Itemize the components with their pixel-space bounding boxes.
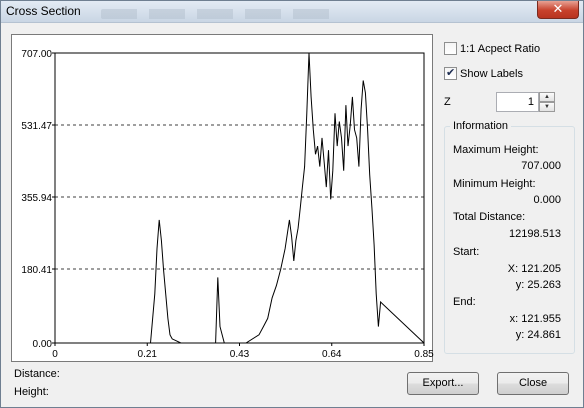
x-tick-label: 0 xyxy=(52,349,58,360)
min-height-label: Minimum Height: xyxy=(453,178,536,190)
x-tick-label: 0.64 xyxy=(322,349,342,360)
start-y-value: y: 25.263 xyxy=(515,279,561,291)
end-y-value: y: 24.861 xyxy=(515,329,561,341)
title-bar[interactable]: Cross Section ✕ xyxy=(1,1,583,23)
y-tick-label: 531.47 xyxy=(21,121,52,132)
cross-section-chart: 707.00 531.47 355.94 180.41 0.000 0.21 0.43 0.6… xyxy=(21,49,434,360)
x-tick-label: 0.21 xyxy=(138,349,158,360)
aspect-ratio-checkbox[interactable] xyxy=(444,42,457,55)
profile-line-0 xyxy=(55,52,425,344)
y-tick-label: 707.00 xyxy=(21,49,52,60)
y-tick-label: 355.94 xyxy=(21,193,52,204)
x-tick-label: 0.85 xyxy=(414,349,434,360)
cross-section-plot: 707.00 531.47 355.94 180.41 0.00 0 0.21 0.43 0.6… xyxy=(11,34,434,362)
cross-section-window: Cross Section ✕ 707.00 531.47 355.94 180.41… xyxy=(0,0,584,408)
background-menu-ghost xyxy=(101,9,341,19)
total-distance-value: 12198.513 xyxy=(509,228,561,240)
z-spin-down-button[interactable]: ▼ xyxy=(539,102,555,112)
show-labels-label[interactable]: Show Labels xyxy=(460,68,523,80)
start-x-value: X: 121.205 xyxy=(507,263,561,275)
min-height-value: 0.000 xyxy=(533,194,561,206)
max-height-label: Maximum Height: xyxy=(453,144,539,156)
plot-frame xyxy=(54,52,425,344)
start-label: Start: xyxy=(453,246,480,258)
z-input[interactable]: 1 xyxy=(496,92,539,112)
y-tick-label: 0.00 xyxy=(33,339,53,350)
distance-label: Distance: xyxy=(14,368,60,380)
total-distance-label: Total Distance: xyxy=(453,211,526,223)
end-label: End: xyxy=(453,296,476,308)
information-title: Information xyxy=(450,120,512,132)
window-title: Cross Section xyxy=(6,4,81,18)
z-spin-up-button[interactable]: ▲ xyxy=(539,92,555,102)
z-label: Z xyxy=(444,96,451,108)
y-tick-label: 180.41 xyxy=(21,265,52,276)
export-button[interactable]: Export... xyxy=(407,372,479,395)
window-close-button[interactable]: ✕ xyxy=(537,1,579,19)
end-x-value: x: 121.955 xyxy=(509,313,561,325)
close-button[interactable]: Close xyxy=(497,372,569,395)
aspect-ratio-label[interactable]: 1:1 Acpect Ratio xyxy=(460,43,540,55)
max-height-value: 707.000 xyxy=(521,160,561,172)
height-label: Height: xyxy=(14,386,49,398)
show-labels-checkbox[interactable] xyxy=(444,66,457,80)
x-tick-label: 0.43 xyxy=(230,349,250,360)
